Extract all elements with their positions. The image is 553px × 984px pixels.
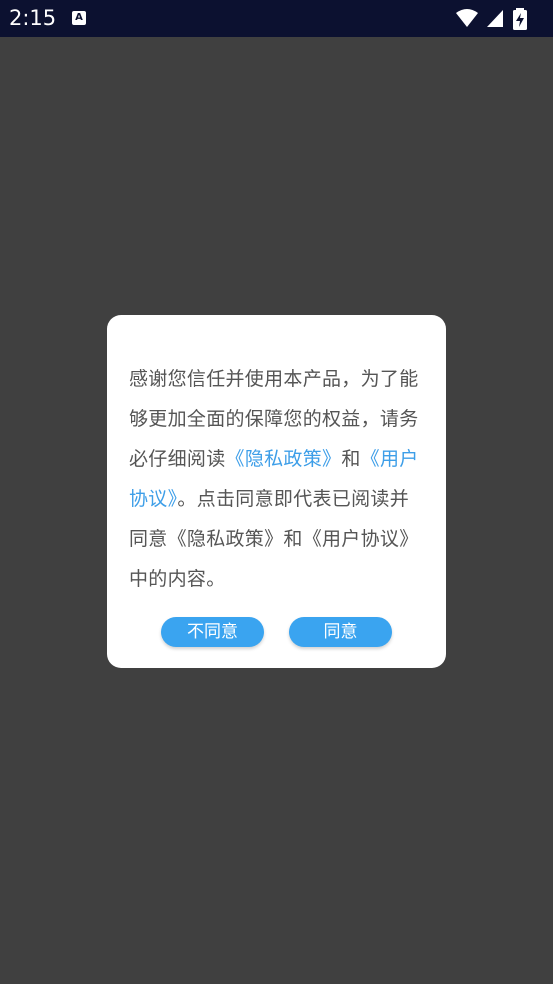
privacy-consent-dialog: 感谢您信任并使用本产品，为了能够更加全面的保障您的权益，请务必仔细阅读《隐私政策… [107,315,446,668]
status-time: 2:15 [9,6,57,30]
status-bar: 2:15 A [0,0,553,37]
app-notification-icon: A [72,11,86,25]
dialog-message: 感谢您信任并使用本产品，为了能够更加全面的保障您的权益，请务必仔细阅读《隐私政策… [129,359,419,599]
wifi-icon [456,9,478,27]
agree-button[interactable]: 同意 [289,617,392,647]
status-icons [455,8,545,30]
disagree-button[interactable]: 不同意 [161,617,264,647]
privacy-policy-link[interactable]: 《隐私政策》 [226,448,342,470]
cell-signal-icon [487,10,503,27]
message-text-and: 和 [341,448,361,470]
battery-charging-icon [513,8,527,30]
